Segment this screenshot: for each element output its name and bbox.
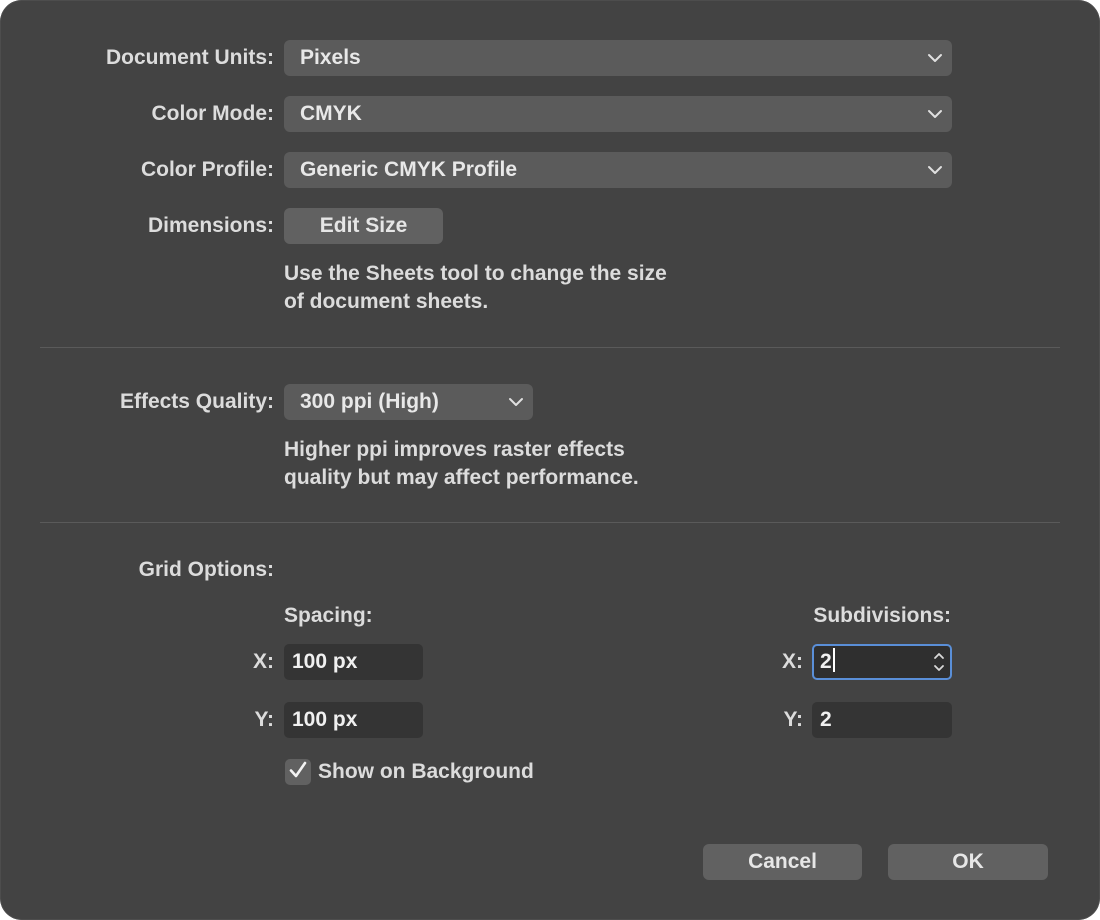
- subdivisions-x-field[interactable]: 2: [812, 644, 952, 680]
- spacing-label: Spacing:: [284, 604, 373, 627]
- spacing-x-field[interactable]: 100 px: [284, 644, 423, 680]
- show-on-background-checkbox[interactable]: [285, 759, 311, 785]
- effects-quality-select[interactable]: 300 ppi (High): [284, 384, 533, 420]
- dimensions-help-line-2: of document sheets.: [284, 290, 489, 313]
- spacing-y-label: Y:: [254, 708, 274, 731]
- color-mode-select[interactable]: CMYK: [284, 96, 952, 132]
- color-mode-label: Color Mode:: [151, 102, 274, 125]
- effects-quality-value: 300 ppi (High): [300, 390, 439, 413]
- document-units-label: Document Units:: [106, 46, 274, 69]
- chevron-down-icon: [507, 384, 525, 420]
- show-on-background-label[interactable]: Show on Background: [318, 760, 534, 784]
- stepper-icon[interactable]: [930, 648, 948, 676]
- spacing-y-field[interactable]: 100 px: [284, 702, 423, 738]
- effects-quality-label: Effects Quality:: [119, 390, 274, 413]
- separator: [40, 347, 1060, 348]
- effects-help-line-2: quality but may affect performance.: [284, 466, 639, 489]
- checkmark-icon: [288, 760, 308, 785]
- dimensions-help-text: Use the Sheets tool to change the size o…: [284, 260, 667, 316]
- document-setup-dialog: Document Units: Pixels Color Mode: CMYK …: [0, 0, 1100, 920]
- color-profile-select[interactable]: Generic CMYK Profile: [284, 152, 952, 188]
- chevron-down-icon: [926, 96, 944, 132]
- separator: [40, 522, 1060, 523]
- color-profile-value: Generic CMYK Profile: [300, 158, 518, 181]
- cancel-button[interactable]: Cancel: [703, 844, 862, 880]
- color-mode-value: CMYK: [300, 102, 362, 125]
- document-units-value: Pixels: [300, 46, 361, 69]
- subdivisions-label: Subdivisions:: [813, 604, 951, 627]
- ok-button[interactable]: OK: [888, 844, 1048, 880]
- edit-size-button[interactable]: Edit Size: [284, 208, 443, 244]
- effects-quality-help-text: Higher ppi improves raster effects quali…: [284, 436, 639, 492]
- spacing-x-label: X:: [253, 650, 274, 673]
- dimensions-help-line-1: Use the Sheets tool to change the size: [284, 262, 667, 285]
- grid-options-label: Grid Options:: [138, 558, 274, 581]
- subdivisions-x-value: 2: [820, 650, 832, 673]
- document-units-select[interactable]: Pixels: [284, 40, 952, 76]
- subdiv-x-label: X:: [782, 650, 803, 673]
- effects-help-line-1: Higher ppi improves raster effects: [284, 438, 625, 461]
- color-profile-label: Color Profile:: [140, 158, 274, 181]
- chevron-down-icon: [926, 152, 944, 188]
- subdivisions-y-field[interactable]: 2: [812, 702, 952, 738]
- subdiv-y-label: Y:: [783, 708, 803, 731]
- dimensions-label: Dimensions:: [147, 214, 274, 237]
- chevron-down-icon: [926, 40, 944, 76]
- text-caret: [832, 648, 835, 673]
